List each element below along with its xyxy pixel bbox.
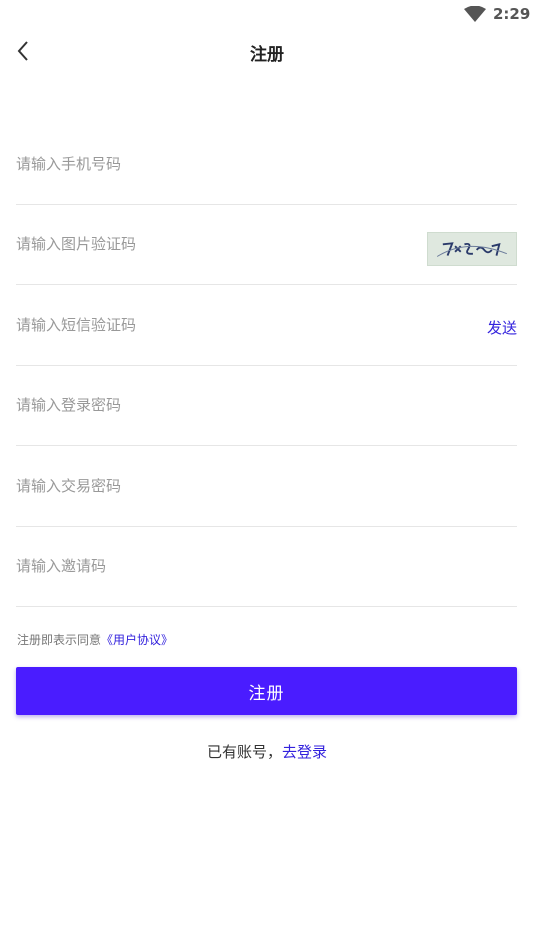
user-agreement-link[interactable]: 《用户协议》 [101,633,173,647]
agreement-prefix: 注册即表示同意 [17,633,102,647]
image-code-field-row [16,205,517,285]
register-form: 发送 [16,124,517,607]
login-password-input[interactable] [16,393,396,417]
image-code-input[interactable] [16,232,396,256]
page-title: 注册 [250,45,284,65]
agreement-text: 注册即表示同意《用户协议》 [17,631,173,648]
captcha-image[interactable] [427,232,517,266]
trade-password-field-row [16,446,517,527]
invite-code-input[interactable] [16,554,396,578]
status-time: 2:29 [493,5,531,23]
send-sms-button[interactable]: 发送 [487,317,517,338]
go-login-link[interactable]: 去登录 [282,743,327,761]
wifi-icon [464,6,486,22]
trade-password-input[interactable] [16,473,396,498]
status-bar: 2:29 [0,0,534,28]
sms-code-field-row: 发送 [16,285,517,366]
login-prompt-text: 已有账号， [206,743,282,761]
phone-field-row [16,124,517,205]
login-password-field-row [16,366,517,446]
sms-code-input[interactable] [16,312,396,337]
register-button[interactable]: 注册 [16,667,517,715]
invite-code-field-row [16,527,517,607]
phone-input[interactable] [16,151,396,176]
login-prompt: 已有账号，去登录 [0,741,534,762]
app-bar: 注册 [0,28,534,74]
